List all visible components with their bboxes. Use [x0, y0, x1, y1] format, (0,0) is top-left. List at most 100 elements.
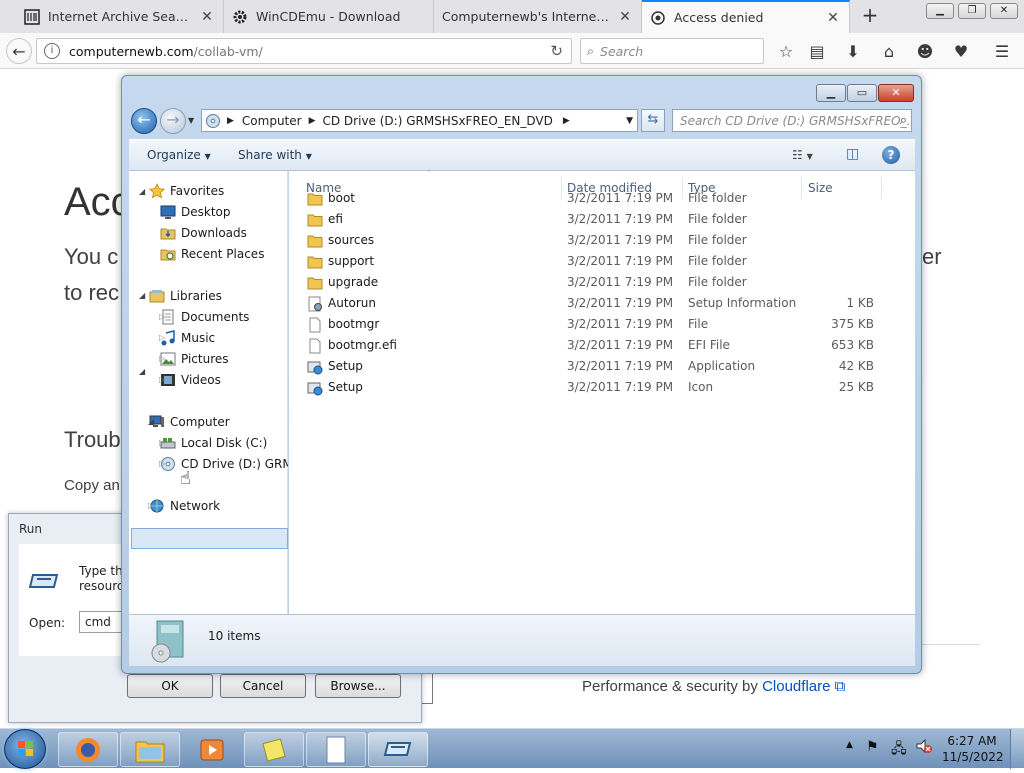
- file-row[interactable]: Setup 3/2/2011 7:19 PM Icon 25 KB: [289, 377, 915, 398]
- breadcrumb-cd-drive[interactable]: CD Drive (D:) GRMSHSxFREO_EN_DVD: [323, 114, 553, 128]
- bookmark-star-icon[interactable]: ☆: [774, 39, 798, 63]
- tab-wincdemu[interactable]: WinCDEmu - Download: [224, 0, 434, 33]
- preview-pane-icon: ◫: [846, 146, 860, 162]
- nav-downloads[interactable]: Downloads: [160, 225, 247, 241]
- library-icon[interactable]: ▤: [805, 39, 829, 63]
- address-bar[interactable]: ▶ Computer ▶ CD Drive (D:) GRMSHSxFREO_E…: [201, 109, 638, 132]
- run-ok-button[interactable]: OK: [127, 674, 213, 698]
- explorer-search-input[interactable]: Search CD Drive (D:) GRMSHSxFREO_... ⌕: [672, 109, 912, 132]
- tab-access-denied[interactable]: Access denied ✕: [642, 0, 850, 33]
- explorer-close-button[interactable]: ✕: [878, 84, 914, 102]
- expand-arrow-icon[interactable]: ▷: [159, 438, 165, 447]
- expand-arrow-icon[interactable]: ▷: [148, 501, 154, 510]
- emoji-icon[interactable]: ☻: [913, 39, 937, 63]
- expand-arrow-icon[interactable]: ▷: [159, 354, 165, 363]
- expand-arrow-icon[interactable]: ▷: [159, 312, 165, 321]
- search-bar[interactable]: ⌕ Search: [580, 38, 764, 64]
- show-hidden-icons-button[interactable]: ▲: [846, 740, 853, 750]
- expand-arrow-icon[interactable]: ▷: [159, 333, 165, 342]
- close-window-button[interactable]: ✕: [990, 3, 1018, 19]
- expand-arrow-icon[interactable]: ▷: [159, 375, 165, 384]
- run-cancel-button[interactable]: Cancel: [220, 674, 306, 698]
- collapse-arrow-icon[interactable]: ◢: [139, 367, 145, 376]
- file-row[interactable]: support 3/2/2011 7:19 PM File folder: [289, 251, 915, 272]
- nav-desktop[interactable]: Desktop: [160, 204, 231, 220]
- recent-pages-dropdown[interactable]: ▼: [188, 116, 194, 125]
- file-row[interactable]: sources 3/2/2011 7:19 PM File folder: [289, 230, 915, 251]
- tab-internet-archive[interactable]: Internet Archive Search: wi... ✕: [16, 0, 224, 33]
- explorer-maximize-button[interactable]: ▭: [847, 84, 877, 102]
- collapse-arrow-icon[interactable]: ◢: [139, 187, 145, 196]
- file-row[interactable]: boot 3/2/2011 7:19 PM File folder: [289, 188, 915, 209]
- nav-videos[interactable]: Videos: [160, 372, 221, 388]
- action-center-flag-icon[interactable]: ⚑: [866, 739, 879, 755]
- download-icon[interactable]: ⬇: [841, 39, 865, 63]
- pocket-icon[interactable]: ♥: [949, 39, 973, 63]
- explorer-search-placeholder: Search CD Drive (D:) GRMSHSxFREO_...: [680, 113, 912, 128]
- view-options-button[interactable]: ☷ ▼: [792, 148, 813, 162]
- collapse-arrow-icon[interactable]: ◢: [139, 291, 145, 300]
- tab-computernewb[interactable]: Computernewb's Internet Pub ... ✕: [434, 0, 642, 33]
- expand-arrow-icon[interactable]: ▷: [159, 459, 165, 468]
- nav-documents[interactable]: Documents: [160, 309, 249, 325]
- nav-favorites[interactable]: Favorites: [148, 183, 224, 199]
- network-tray-icon[interactable]: 🖧: [891, 738, 907, 762]
- forward-button[interactable]: →: [160, 108, 186, 134]
- archive-icon: [24, 8, 40, 25]
- system-clock[interactable]: 6:27 AM 11/5/2022: [942, 733, 1004, 765]
- explorer-minimize-button[interactable]: ▁: [816, 84, 846, 102]
- taskbar-notepad[interactable]: [306, 732, 366, 767]
- start-button[interactable]: [4, 729, 46, 769]
- show-desktop-button[interactable]: [1010, 729, 1024, 769]
- share-with-button[interactable]: Share with ▼: [238, 148, 312, 162]
- file-name: Setup: [328, 380, 363, 394]
- taskbar-run[interactable]: [368, 732, 428, 767]
- run-browse-button[interactable]: Browse...: [315, 674, 401, 698]
- back-button[interactable]: ←: [6, 38, 32, 64]
- help-button[interactable]: ?: [882, 146, 900, 164]
- nav-pictures[interactable]: Pictures: [160, 351, 229, 367]
- home-icon[interactable]: ⌂: [877, 39, 901, 63]
- taskbar-media-player[interactable]: [182, 732, 242, 767]
- nav-libraries[interactable]: Libraries: [149, 288, 222, 304]
- taskbar-explorer[interactable]: [120, 732, 180, 767]
- reload-icon[interactable]: ↻: [550, 42, 563, 60]
- file-row[interactable]: bootmgr.efi 3/2/2011 7:19 PM EFI File 653 K…: [289, 335, 915, 356]
- nav-recent-places[interactable]: Recent Places: [160, 246, 264, 262]
- page-footer: Performance & security by Cloudflare ⧉: [582, 678, 845, 695]
- taskbar-firefox[interactable]: [58, 732, 118, 767]
- file-icon: [307, 338, 323, 357]
- file-row[interactable]: bootmgr 3/2/2011 7:19 PM File 375 KB: [289, 314, 915, 335]
- nav-computer[interactable]: Computer: [149, 414, 230, 430]
- file-name: upgrade: [328, 275, 379, 289]
- url-bar[interactable]: i computernewb.com/collab-vm/ ↻: [36, 38, 572, 64]
- file-row[interactable]: upgrade 3/2/2011 7:19 PM File folder: [289, 272, 915, 293]
- file-row[interactable]: efi 3/2/2011 7:19 PM File folder: [289, 209, 915, 230]
- cloudflare-link[interactable]: Cloudflare: [762, 678, 830, 695]
- nav-network[interactable]: Network: [149, 498, 220, 514]
- close-tab-icon[interactable]: ✕: [617, 9, 633, 25]
- nav-local-disk[interactable]: Local Disk (C:): [160, 435, 267, 451]
- nav-music[interactable]: Music: [160, 330, 215, 346]
- collapse-arrow-icon[interactable]: ◢: [148, 417, 154, 426]
- file-row[interactable]: Setup 3/2/2011 7:19 PM Application 42 KB: [289, 356, 915, 377]
- maximize-window-button[interactable]: ❐: [958, 3, 986, 19]
- file-name: sources: [328, 233, 375, 247]
- info-icon[interactable]: i: [44, 43, 60, 59]
- refresh-button[interactable]: ⇆: [641, 109, 665, 132]
- back-button[interactable]: ←: [131, 108, 157, 134]
- preview-pane-button[interactable]: ◫: [846, 146, 859, 162]
- taskbar-sticky-notes[interactable]: [244, 732, 304, 767]
- page-copy-text: Copy an: [64, 477, 120, 494]
- new-tab-button[interactable]: +: [858, 4, 882, 28]
- breadcrumb-computer[interactable]: Computer: [242, 114, 302, 128]
- volume-muted-icon[interactable]: [915, 737, 933, 755]
- file-type: Icon: [688, 380, 714, 394]
- menu-icon[interactable]: ☰: [990, 39, 1014, 63]
- minimize-window-button[interactable]: ▁: [926, 3, 954, 19]
- close-tab-icon[interactable]: ✕: [825, 10, 841, 26]
- close-tab-icon[interactable]: ✕: [199, 9, 215, 25]
- organize-button[interactable]: Organize ▼: [147, 148, 211, 162]
- address-dropdown-icon[interactable]: ▼: [626, 116, 633, 126]
- file-row[interactable]: Autorun 3/2/2011 7:19 PM Setup Information…: [289, 293, 915, 314]
